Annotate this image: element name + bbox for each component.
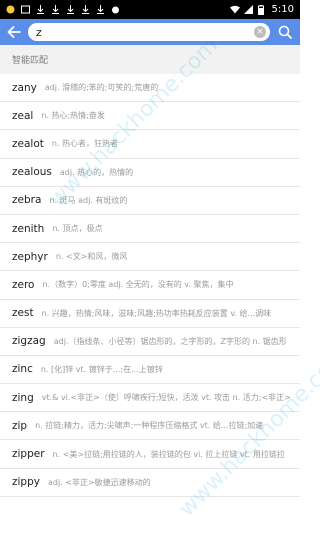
notification-icons [6,5,120,14]
download-icon [36,5,45,14]
list-item[interactable]: zing vt.& vi.<非正>（使）呼啸疾行;短快，活泼 vt. 攻击 n.… [0,384,300,413]
section-title: 智能匹配 [12,56,49,66]
word: zebra [12,194,42,207]
list-item[interactable]: zero n.（数字）0;零度 adj. 全无的，没有的 v. 聚焦，集中 [0,271,300,300]
search-input[interactable]: z × [28,23,270,41]
definition: n. [化]锌 vt. 镀锌于...;在...上镀锌 [40,364,163,374]
signal-icon [243,5,253,14]
definition: n. 斑马 adj. 有斑纹的 [49,195,128,205]
arrow-left-icon [7,26,21,38]
smart-match-header: 智能匹配 [0,45,300,74]
search-input-value: z [36,25,42,39]
search-icon [278,25,292,39]
list-item[interactable]: zenith n. 顶点，极点 [0,215,300,244]
definition: n. <美>拉链;用拉链的人，装拉链的包 vi. 拉上拉链 vt. 用拉链拉 [52,449,285,459]
word: zip [12,419,28,432]
definition: adj. 滑稽的;笨的;可笑的;荒唐的 [44,83,159,93]
definition: n. 热心;热情;奋发 [41,111,105,121]
word: zany [12,81,37,94]
word: zeal [12,109,34,122]
word: zero [12,278,35,291]
definition: n. 拉链;精力，活力;尖啸声;一种程序压缩格式 vt. 给...拉链;加速 [35,421,264,431]
word: zipper [12,448,45,461]
list-item[interactable]: zest n. 兴趣，热情;风味，滋味;风趣;热功率热耗反应装置 v. 给...… [0,300,300,328]
list-item[interactable]: zinc n. [化]锌 vt. 镀锌于...;在...上镀锌 [0,356,300,385]
word: zealous [12,166,52,179]
word: zest [12,307,34,320]
back-button[interactable] [0,19,28,45]
list-item[interactable]: zealot n. 热心者，狂热者 [0,130,300,159]
search-button[interactable] [270,19,300,45]
definition: n. 兴趣，热情;风味，滋味;风趣;热功率热耗反应装置 v. 给...调味 [41,308,272,318]
cat-notification-icon [111,5,120,14]
word: zinc [12,363,33,376]
app-notification-icon [6,5,15,14]
word: zephyr [12,250,48,263]
definition: n.（数字）0;零度 adj. 全无的，没有的 v. 聚焦，集中 [42,280,234,290]
battery-icon [257,5,267,15]
download-icon [66,5,75,14]
list-item[interactable]: zigzag adj.（指线条、小径等）锯齿形的，之字形的，Z字形的 n. 锯齿… [0,328,300,356]
word: zing [12,391,34,404]
definition: vt.& vi.<非正>（使）呼啸疾行;短快，活泼 vt. 攻击 n. 活力;<… [41,393,291,403]
definition: adj.（指线条、小径等）锯齿形的，之字形的，Z字形的 n. 锯齿形 [53,336,287,346]
list-item[interactable]: zephyr n. <文>和风，微风 [0,243,300,272]
download-icon [96,5,105,14]
status-bar: 5:10 [0,0,300,19]
word: zealot [12,137,44,150]
definition: adj. <非正>敏捷迅速移动的 [47,477,151,487]
clear-icon[interactable]: × [254,26,266,38]
list-item[interactable]: zebra n. 斑马 adj. 有斑纹的 [0,187,300,215]
download-icon [81,5,90,14]
definition: adj. 热心的，热情的 [59,167,134,177]
definition: n. 热心者，狂热者 [51,139,119,149]
list-item[interactable]: zealous adj. 热心的，热情的 [0,159,300,187]
definition: n. <文>和风，微风 [55,252,128,262]
word: zigzag [12,335,46,348]
wifi-icon [229,5,240,14]
list-item[interactable]: zany adj. 滑稽的;笨的;可笑的;荒唐的 [0,74,300,103]
list-item[interactable]: zipper n. <美>拉链;用拉链的人，装拉链的包 vi. 拉上拉链 vt.… [0,440,300,469]
list-item[interactable]: zip n. 拉链;精力，活力;尖啸声;一种程序压缩格式 vt. 给...拉链;… [0,412,300,441]
download-icon [51,5,60,14]
word: zenith [12,222,45,235]
list-item[interactable]: zeal n. 热心;热情;奋发 [0,102,300,131]
result-list: zany adj. 滑稽的;笨的;可笑的;荒唐的 zeal n. 热心;热情;奋… [0,74,300,497]
clock: 5:10 [271,4,294,15]
search-app-bar: z × [0,19,300,45]
word: zippy [12,476,40,489]
system-icons: 5:10 [229,4,294,15]
definition: n. 顶点，极点 [52,224,103,234]
list-item[interactable]: zippy adj. <非正>敏捷迅速移动的 [0,469,300,497]
image-notification-icon [21,5,30,14]
